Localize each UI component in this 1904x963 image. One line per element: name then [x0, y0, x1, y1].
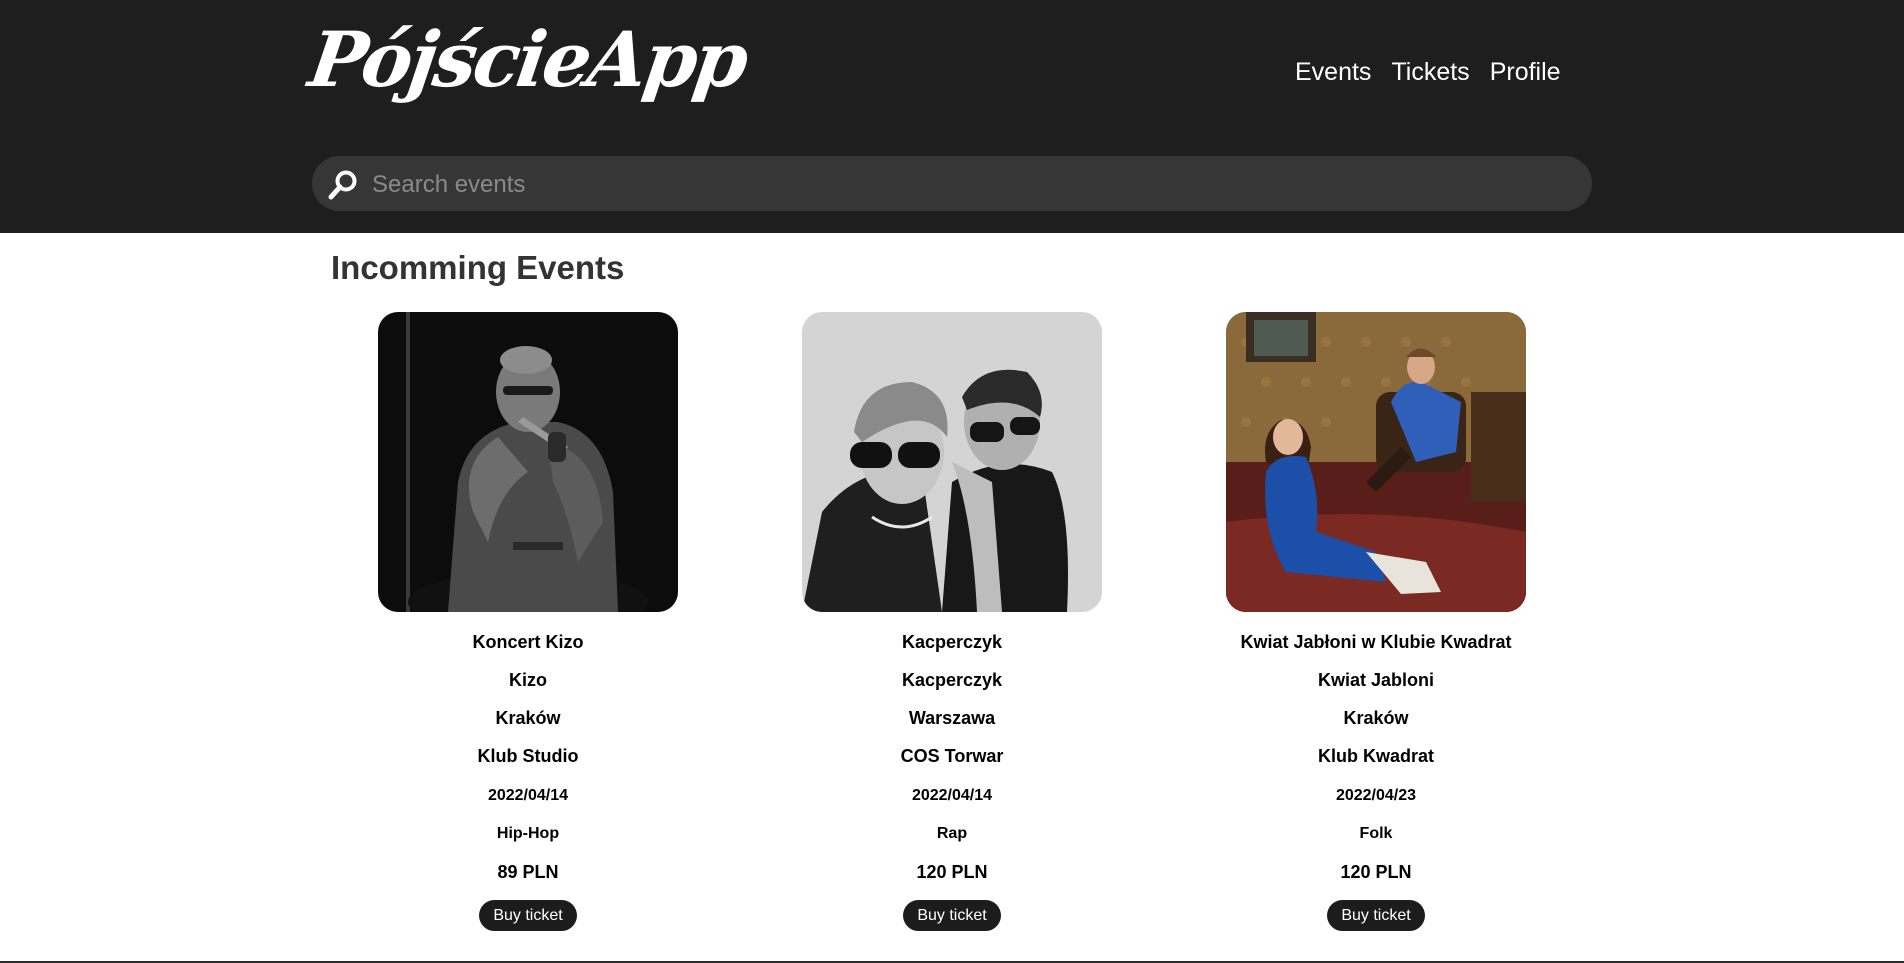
event-title: Kacperczyk: [901, 632, 1003, 652]
event-artist: Kwiat Jabloni: [1317, 670, 1434, 690]
nav-events-link[interactable]: Events: [1295, 54, 1371, 90]
event-city: Kraków: [1343, 708, 1409, 728]
event-price: 120 PLN: [916, 862, 988, 882]
event-artist: Kacperczyk: [901, 670, 1003, 690]
event-venue: Klub Kwadrat: [1317, 746, 1434, 766]
event-date: 2022/04/14: [487, 787, 569, 804]
nav-profile-link[interactable]: Profile: [1490, 54, 1561, 90]
event-image[interactable]: [378, 312, 678, 612]
event-city: Kraków: [495, 708, 561, 728]
event-price: 89 PLN: [497, 862, 559, 882]
event-card: Koncert Kizo Kizo Kraków Klub Studio 202…: [378, 312, 678, 931]
event-artist: Kizo: [509, 670, 547, 690]
buy-ticket-button[interactable]: Buy ticket: [479, 900, 577, 931]
event-date: 2022/04/14: [911, 787, 993, 804]
event-title: Kwiat Jabłoni w Klubie Kwadrat: [1240, 632, 1512, 652]
event-venue: COS Torwar: [900, 746, 1004, 766]
event-image[interactable]: [1226, 312, 1526, 612]
buy-ticket-button[interactable]: Buy ticket: [1327, 900, 1425, 931]
app-logo[interactable]: PójścieApp: [304, 15, 751, 104]
event-date: 2022/04/23: [1335, 787, 1417, 804]
search-icon[interactable]: [326, 168, 360, 202]
search-bar: [312, 156, 1592, 211]
event-genre: Hip-Hop: [496, 825, 560, 842]
event-genre: Rap: [936, 825, 968, 842]
event-venue: Klub Studio: [477, 746, 579, 766]
event-image[interactable]: [802, 312, 1102, 612]
event-price: 120 PLN: [1340, 862, 1412, 882]
page-title: Incomming Events: [331, 249, 625, 286]
event-genre: Folk: [1359, 825, 1393, 842]
buy-ticket-button[interactable]: Buy ticket: [903, 900, 1001, 931]
nav-tickets-link[interactable]: Tickets: [1391, 54, 1469, 90]
event-card: Kacperczyk Kacperczyk Warszawa COS Torwa…: [802, 312, 1102, 931]
event-title: Koncert Kizo: [472, 632, 584, 652]
event-card: Kwiat Jabłoni w Klubie Kwadrat Kwiat Jab…: [1226, 312, 1526, 931]
top-header: PójścieApp Events Tickets Profile: [0, 0, 1904, 233]
main-nav: Events Tickets Profile: [1295, 54, 1561, 90]
event-city: Warszawa: [908, 708, 996, 728]
search-input[interactable]: [370, 162, 1564, 207]
